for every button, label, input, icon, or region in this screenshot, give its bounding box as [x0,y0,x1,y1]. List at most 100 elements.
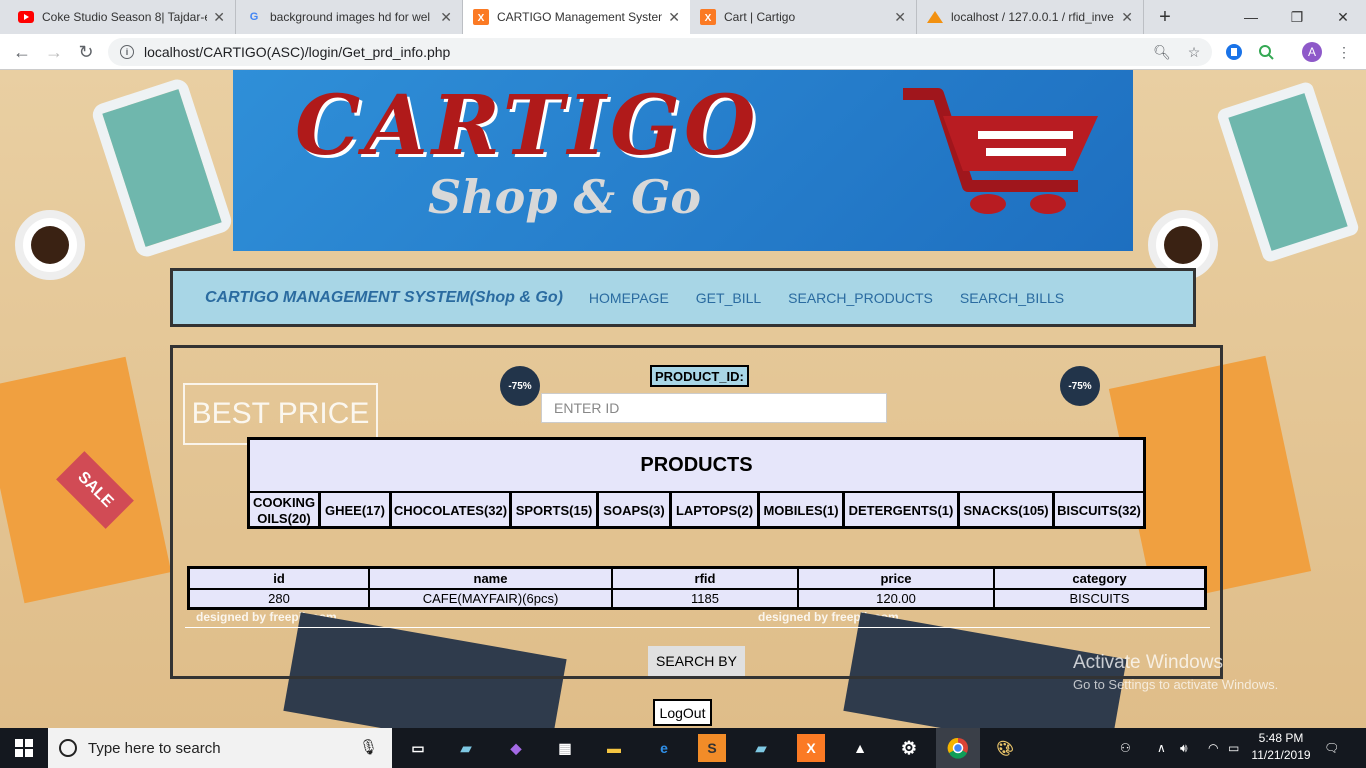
products-table: PRODUCTS COOKING OILS(20) GHEE(17) CHOCO… [247,437,1146,529]
back-arrow-icon[interactable]: ← [10,40,34,64]
activate-windows-subtext: Go to Settings to activate Windows. [1073,677,1279,692]
settings-gear-icon[interactable]: ⚙ [895,734,923,762]
close-icon[interactable]: ✕ [668,9,680,26]
search-by-button[interactable]: SEARCH BY [648,646,745,676]
nav-brand[interactable]: CARTIGO MANAGEMENT SYSTEM(Shop & Go) [205,289,563,307]
close-window-button[interactable]: ✕ [1320,0,1366,34]
clock-time: 5:48 PM [1258,731,1304,745]
close-icon[interactable]: ✕ [440,9,452,26]
close-icon[interactable]: ✕ [1121,9,1133,26]
nav-link-homepage[interactable]: HOMEPAGE [589,290,669,306]
extension-icon[interactable] [1224,42,1244,62]
coffee-cup-icon [15,210,85,280]
category-ghee[interactable]: GHEE(17) [321,493,392,529]
system-clock[interactable]: 5:48 PM 11/21/2019 [1250,730,1312,764]
volume-icon[interactable]: 🔊︎ [1180,728,1188,768]
browser-tab-active[interactable]: X CARTIGO Management System ✕ [463,0,690,34]
store-icon[interactable]: ▦ [551,734,579,762]
windows-start-icon[interactable] [0,728,48,768]
table-header-row: id name rfid price category [190,569,1204,588]
cortana-icon [59,739,77,757]
browser-tab[interactable]: localhost / 127.0.0.1 / rfid_inve ✕ [917,0,1144,34]
logo-tagline: Shop & Go [428,170,702,224]
taskbar-search-input[interactable]: Type here to search 🎙︎ [48,728,392,768]
extension-icon[interactable] [1256,42,1276,62]
result-table: id name rfid price category 280 CAFE(MAY… [187,566,1207,610]
close-icon[interactable]: ✕ [894,9,906,26]
column-header: rfid [613,569,799,588]
page-content: SALE BEST PRICE designed by freepik.com … [0,70,1366,728]
app-icon[interactable]: ▰ [747,734,775,762]
browser-tab[interactable]: G background images hd for wel ✕ [236,0,463,34]
table-row: 280 CAFE(MAYFAIR)(6pcs) 1185 120.00 BISC… [190,588,1204,607]
youtube-icon [18,9,34,25]
paint-icon[interactable]: 🎨︎ [991,734,1019,762]
windows-taskbar: Type here to search 🎙︎ ▭ ▰ ◆ ▦ ▬ e S ▰ X… [0,728,1366,768]
maximize-button[interactable]: ❐ [1274,0,1320,34]
wifi-icon[interactable]: ◠ [1208,728,1218,768]
menu-icon[interactable]: ⋮ [1334,42,1354,62]
category-biscuits[interactable]: BISCUITS(32) [1055,493,1143,529]
file-explorer-icon[interactable]: ▬ [600,734,628,762]
category-detergents[interactable]: DETERGENTS(1) [845,493,960,529]
nav-link-get-bill[interactable]: GET_BILL [696,290,761,306]
photos-icon[interactable]: ▲ [846,734,874,762]
category-sports[interactable]: SPORTS(15) [512,493,599,529]
category-snacks[interactable]: SNACKS(105) [960,493,1055,529]
new-tab-button[interactable]: + [1152,5,1178,29]
table-cell: BISCUITS [1069,591,1130,606]
table-cell: 1185 [613,590,799,607]
star-icon[interactable]: ☆ [1184,42,1204,62]
xampp-icon: X [700,9,716,25]
avatar[interactable]: A [1302,42,1322,62]
xampp-icon[interactable]: X [797,734,825,762]
table-cell: CAFE(MAYFAIR)(6pcs) [370,590,613,607]
tab-title: Cart | Cartigo [724,10,796,24]
forward-arrow-icon[interactable]: → [42,40,66,64]
category-soaps[interactable]: SOAPS(3) [599,493,672,529]
category-chocolates[interactable]: CHOCOLATES(32) [392,493,512,529]
battery-icon[interactable]: ▭ [1228,728,1239,768]
activate-windows-watermark: Activate Windows [1073,652,1223,673]
browser-tab[interactable]: Coke Studio Season 8| Tajdar-e ✕ [8,0,236,34]
edge-icon[interactable]: e [650,734,678,762]
browser-tab[interactable]: X Cart | Cartigo ✕ [690,0,917,34]
category-mobiles[interactable]: MOBILES(1) [760,493,845,529]
chrome-icon[interactable] [936,728,980,768]
visual-studio-icon[interactable]: ◆ [502,734,530,762]
app-icon[interactable]: ▰ [452,734,480,762]
microphone-icon[interactable]: 🎙︎ [359,738,378,756]
logout-button[interactable]: LogOut [653,699,712,726]
google-icon: G [249,11,259,23]
address-bar: ← → ↻ i localhost/CARTIGO(ASC)/login/Get… [0,34,1366,70]
category-laptops[interactable]: LAPTOPS(2) [672,493,760,529]
close-icon[interactable]: ✕ [213,9,225,26]
reload-icon[interactable]: ↻ [74,40,98,64]
table-cell: 120.00 [799,590,995,607]
svg-text:X: X [705,13,712,24]
notification-icon[interactable]: 🗨︎ [1324,728,1339,768]
zoom-icon[interactable]: 🔍︎ [1152,42,1172,62]
taskbar-search-placeholder: Type here to search [88,739,221,757]
chevron-up-icon[interactable]: ∧ [1157,728,1166,768]
xampp-icon: X [473,9,489,25]
info-icon[interactable]: i [120,45,134,59]
category-cooking-oils[interactable]: COOKING OILS(20) [250,493,321,529]
nav-link-search-bills[interactable]: SEARCH_BILLS [960,290,1064,306]
minimize-button[interactable]: — [1228,0,1274,34]
product-id-input[interactable]: ENTER ID [541,393,887,423]
url-text: localhost/CARTIGO(ASC)/login/Get_prd_inf… [144,44,451,60]
phpmyadmin-icon [927,9,943,25]
tab-title: Coke Studio Season 8| Tajdar-e [42,10,208,24]
people-icon[interactable]: ⚇ [1120,728,1131,768]
task-view-icon[interactable]: ▭ [404,734,432,762]
sublime-icon[interactable]: S [698,734,726,762]
nav-link-search-products[interactable]: SEARCH_PRODUCTS [788,290,933,306]
url-field[interactable]: i localhost/CARTIGO(ASC)/login/Get_prd_i… [108,38,1212,66]
column-header: category [1072,571,1127,586]
tab-title: CARTIGO Management System [497,10,663,24]
column-header: id [190,569,370,588]
tablet-decoration [1215,80,1361,264]
svg-text:X: X [478,13,485,24]
cartigo-banner: CARTIGO Shop & Go [233,70,1133,251]
